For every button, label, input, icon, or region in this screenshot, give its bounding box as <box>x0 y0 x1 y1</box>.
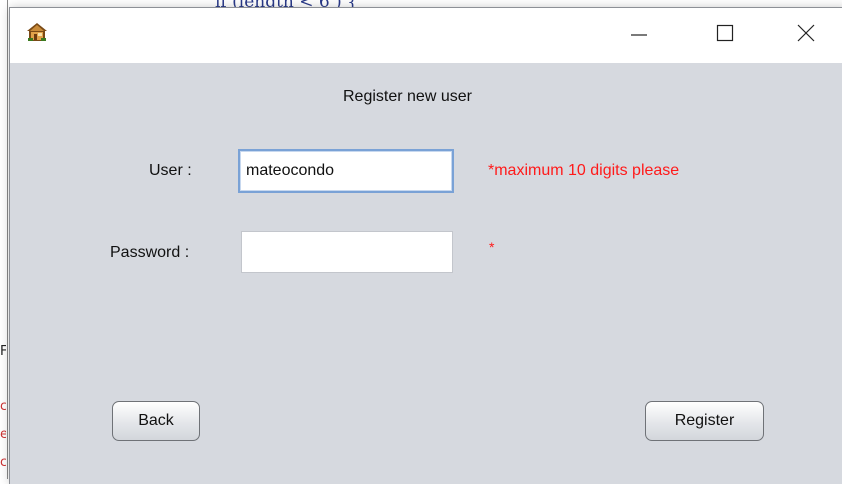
title-bar[interactable] <box>10 8 842 63</box>
app-house-icon <box>26 22 48 42</box>
maximize-icon <box>715 23 735 48</box>
minimize-icon <box>629 23 649 48</box>
password-label: Password : <box>110 244 190 261</box>
close-icon <box>796 23 816 48</box>
register-button[interactable]: Register <box>645 401 764 441</box>
user-input[interactable] <box>238 149 454 193</box>
minimize-button[interactable] <box>610 8 668 63</box>
gutter-mark: F <box>0 345 6 359</box>
user-hint: *maximum 10 digits please <box>488 162 680 179</box>
maximize-button[interactable] <box>696 8 754 63</box>
gutter-mark: c <box>0 456 6 470</box>
page-title: Register new user <box>343 88 472 105</box>
gutter-mark: c <box>0 400 6 414</box>
register-dialog: Register new user User : *maximum 10 dig… <box>10 8 842 484</box>
editor-gutter-line <box>7 0 8 479</box>
close-button[interactable] <box>777 8 835 63</box>
back-button[interactable]: Back <box>112 401 200 441</box>
dialog-content: Register new user User : *maximum 10 dig… <box>10 63 842 484</box>
password-input[interactable] <box>241 231 453 273</box>
gutter-mark: e <box>0 428 6 442</box>
password-hint: * <box>489 239 495 255</box>
user-label: User : <box>149 162 192 179</box>
